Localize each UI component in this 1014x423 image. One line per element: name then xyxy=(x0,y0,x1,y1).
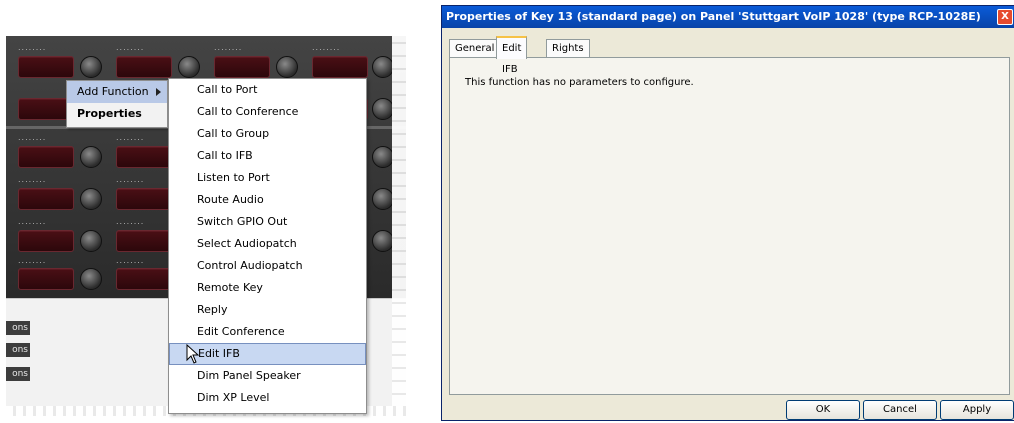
panel-key[interactable] xyxy=(18,146,74,168)
panel-key[interactable] xyxy=(312,56,368,78)
submenu-item[interactable]: Reply xyxy=(169,299,366,321)
submenu-item[interactable]: Switch GPIO Out xyxy=(169,211,366,233)
options-button[interactable]: ons xyxy=(6,367,30,381)
knob-icon[interactable] xyxy=(372,146,394,168)
knob-icon[interactable] xyxy=(80,146,102,168)
submenu-item[interactable]: Select Audiopatch xyxy=(169,233,366,255)
submenu-item[interactable]: Call to Port xyxy=(169,79,366,101)
key-label: ........ xyxy=(116,256,145,265)
key-label: ........ xyxy=(18,133,47,142)
panel-key[interactable] xyxy=(116,188,172,210)
submenu-item[interactable]: Call to Conference xyxy=(169,101,366,123)
knob-icon[interactable] xyxy=(372,56,394,78)
tab-edit-ifb[interactable]: Edit IFB xyxy=(496,36,528,75)
ok-button[interactable]: OK xyxy=(786,400,860,420)
key-label: ........ xyxy=(214,43,243,52)
properties-dialog: Properties of Key 13 (standard page) on … xyxy=(441,5,1014,421)
submenu-item[interactable]: Dim Panel Speaker xyxy=(169,365,366,387)
submenu-arrow-icon xyxy=(156,88,161,96)
key-label: ........ xyxy=(312,43,341,52)
key-label: ........ xyxy=(18,256,47,265)
knob-icon[interactable] xyxy=(276,56,298,78)
menu-item-label: Properties xyxy=(77,107,142,120)
knob-icon[interactable] xyxy=(80,56,102,78)
no-parameters-message: This function has no parameters to confi… xyxy=(465,77,694,88)
context-menu: Add Function Properties xyxy=(66,80,168,128)
panel-key[interactable] xyxy=(18,56,74,78)
submenu-item[interactable]: Dim XP Level xyxy=(169,387,366,409)
torn-edge xyxy=(392,36,406,416)
panel-key[interactable] xyxy=(18,188,74,210)
submenu-item[interactable]: Listen to Port xyxy=(169,167,366,189)
panel-key[interactable] xyxy=(116,146,172,168)
knob-icon[interactable] xyxy=(80,268,102,290)
key-label: ........ xyxy=(18,43,47,52)
menu-item-add-function[interactable]: Add Function xyxy=(67,81,167,103)
mouse-cursor-icon xyxy=(186,344,200,364)
key-label: ........ xyxy=(18,217,47,226)
tab-rights[interactable]: Rights xyxy=(546,39,590,57)
submenu-item[interactable]: Edit Conference xyxy=(169,321,366,343)
tab-panel: This function has no parameters to confi… xyxy=(449,57,1010,395)
knob-icon[interactable] xyxy=(372,230,394,252)
knob-icon[interactable] xyxy=(80,188,102,210)
key-row: ........ ........ ........ ........ xyxy=(6,42,406,82)
panel-key[interactable] xyxy=(116,268,172,290)
panel-key[interactable] xyxy=(214,56,270,78)
dialog-title-bar[interactable]: Properties of Key 13 (standard page) on … xyxy=(442,6,1014,28)
panel-key[interactable] xyxy=(18,230,74,252)
submenu-item[interactable]: Remote Key xyxy=(169,277,366,299)
options-button[interactable]: ons xyxy=(6,343,30,357)
key-label: ........ xyxy=(18,175,47,184)
panel-key[interactable] xyxy=(116,56,172,78)
submenu-item[interactable]: Call to IFB xyxy=(169,145,366,167)
key-label: ........ xyxy=(116,175,145,184)
tab-general[interactable]: General xyxy=(449,39,501,57)
key-label: ........ xyxy=(116,43,145,52)
close-button[interactable]: X xyxy=(997,9,1013,25)
menu-item-label: Add Function xyxy=(77,85,149,98)
cancel-button[interactable]: Cancel xyxy=(863,400,937,420)
dialog-title: Properties of Key 13 (standard page) on … xyxy=(446,10,981,23)
knob-icon[interactable] xyxy=(372,188,394,210)
submenu-item[interactable]: Route Audio xyxy=(169,189,366,211)
key-label: ........ xyxy=(116,133,145,142)
panel-key[interactable] xyxy=(116,230,172,252)
key-label: ........ xyxy=(116,217,145,226)
options-button[interactable]: ons xyxy=(6,321,30,335)
knob-icon[interactable] xyxy=(372,98,394,120)
knob-icon[interactable] xyxy=(80,230,102,252)
apply-button[interactable]: Apply xyxy=(940,400,1014,420)
knob-icon[interactable] xyxy=(178,56,200,78)
submenu-item[interactable]: Call to Group xyxy=(169,123,366,145)
menu-item-properties[interactable]: Properties xyxy=(67,103,167,125)
submenu-item[interactable]: Control Audiopatch xyxy=(169,255,366,277)
panel-key[interactable] xyxy=(18,268,74,290)
